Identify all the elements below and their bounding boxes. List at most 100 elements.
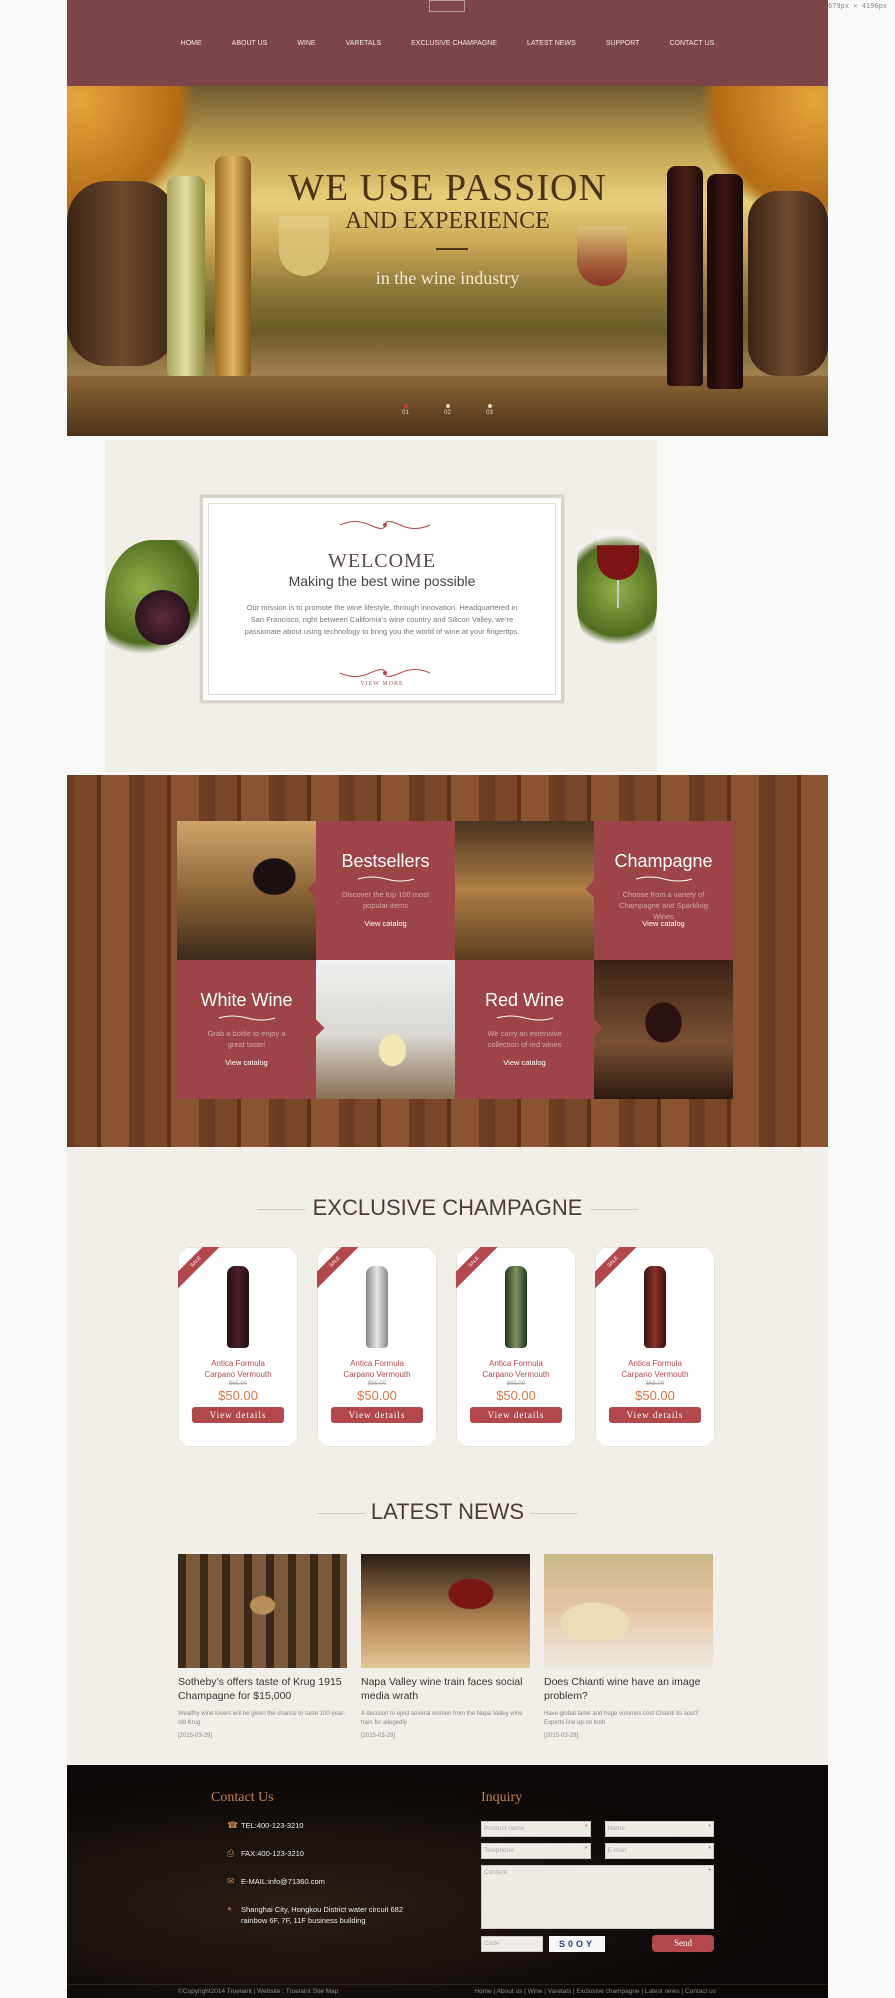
hero-title-line2: AND EXPERIENCE (345, 208, 550, 234)
email-input[interactable]: E-mail * (604, 1843, 714, 1859)
category-title: Champagne (614, 851, 713, 871)
news-item[interactable]: Does Chianti wine have an image problem?… (544, 1554, 713, 1739)
welcome-section: WELCOME Making the best wine possible Ou… (105, 440, 657, 772)
category-title: White Wine (200, 990, 293, 1010)
hero-banner: WE USE PASSION AND EXPERIENCE in the win… (67, 86, 828, 436)
welcome-subtitle: Making the best wine possible (288, 573, 476, 589)
swirl-icon (635, 876, 692, 882)
logo[interactable] (429, 0, 465, 12)
news-title[interactable]: Napa Valley wine train faces social medi… (361, 1675, 530, 1703)
category-white-wine[interactable]: White Wine Grab a bottle to enjoy a grea… (177, 960, 316, 1099)
inquiry-form: Product name * Name * Telephone * E-mail * C… (481, 1821, 714, 1952)
price: $50.00 (496, 1388, 536, 1403)
nav-wine[interactable]: WINE (282, 40, 330, 47)
news-item[interactable]: Napa Valley wine train faces social medi… (361, 1554, 530, 1739)
product-card[interactable]: SALE Antica Formula Carpano Vermouth $65… (456, 1247, 576, 1447)
red-wine-photo (594, 960, 733, 1099)
category-red-wine[interactable]: Red Wine We carry an extensive collectio… (455, 960, 594, 1099)
copyright-text: ©Copyright2014 Truelaint | Website : Tru… (178, 1988, 339, 1995)
sale-badge: SALE (587, 1236, 639, 1288)
news-image[interactable] (544, 1554, 713, 1668)
champagne-section: EXCLUSIVE CHAMPAGNE SALE Antica Formula … (67, 1147, 828, 1767)
price: $50.00 (357, 1388, 397, 1403)
news-list: Sotheby’s offers taste of Krug 1915 Cham… (178, 1554, 713, 1739)
footer-links[interactable]: Home | About us | Wine | Varetals | Excl… (474, 1985, 716, 1998)
nav-about-us[interactable]: ABOUT US (217, 40, 283, 47)
product-card[interactable]: SALE Antica Formula Carpano Vermouth $65… (317, 1247, 437, 1447)
mail-icon: ✉ (227, 1876, 235, 1886)
contact-fax: ⎙ FAX:400-123-3210 (227, 1848, 304, 1858)
hero-title: WE USE PASSION (288, 167, 607, 209)
nav-contact-us[interactable]: CONTACT US (654, 40, 729, 47)
price: $50.00 (635, 1388, 675, 1403)
contact-heading: Contact Us (211, 1790, 274, 1805)
contact-email: ✉ E-MAIL:info@71360.com (227, 1876, 325, 1886)
old-price: $65.00 (506, 1381, 526, 1387)
wine-glass-stem (617, 580, 619, 608)
view-catalog-link[interactable]: View catalog (503, 1058, 545, 1067)
news-image[interactable] (361, 1554, 530, 1668)
category-text: Grab a bottle to enjoy a great taste! (207, 1029, 286, 1049)
name-input[interactable]: Name * (604, 1821, 714, 1837)
view-details-button[interactable]: View details (331, 1407, 423, 1423)
product-name[interactable]: Antica Formula Carpano Vermouth (318, 1358, 436, 1380)
category-title: Red Wine (484, 990, 565, 1010)
welcome-frame: WELCOME Making the best wine possible Ou… (200, 495, 564, 703)
welcome-title: WELCOME (327, 550, 437, 572)
news-title[interactable]: Does Chianti wine have an image problem? (544, 1675, 713, 1703)
product-card[interactable]: SALE Antica Formula Carpano Vermouth $65… (178, 1247, 298, 1447)
nav-home[interactable]: HOME (166, 40, 217, 47)
price: $50.00 (218, 1388, 258, 1403)
product-list: SALE Antica Formula Carpano Vermouth $65… (178, 1247, 715, 1447)
news-date: [2015-03-29] (544, 1733, 579, 1739)
view-catalog-link[interactable]: View catalog (364, 919, 406, 928)
welcome-text: Our mission is to promote the wine lifes… (244, 603, 520, 636)
product-name[interactable]: Antica Formula Carpano Vermouth (596, 1358, 714, 1380)
nav-latest-news[interactable]: LATEST NEWS (512, 40, 591, 47)
news-date: [2015-03-29] (178, 1733, 213, 1739)
ornament-icon (339, 521, 431, 529)
old-price: $65.00 (228, 1381, 248, 1387)
content-textarea[interactable]: Content * (481, 1865, 714, 1929)
code-input[interactable]: Code (481, 1935, 543, 1952)
product-image (227, 1266, 249, 1348)
view-more-link[interactable]: VIEW MORE (203, 681, 561, 687)
product-image (505, 1266, 527, 1348)
champagne-photo (455, 821, 594, 960)
product-name-input[interactable]: Product name * (481, 1821, 591, 1837)
category-bestsellers[interactable]: Bestsellers Discover the top 100 most po… (316, 821, 455, 960)
product-card[interactable]: SALE Antica Formula Carpano Vermouth $65… (595, 1247, 715, 1447)
ornament-icon (339, 669, 431, 677)
captcha-image[interactable]: S0OY (549, 1935, 605, 1952)
product-name[interactable]: Antica Formula Carpano Vermouth (457, 1358, 575, 1380)
nav-varetals[interactable]: VARETALS (331, 40, 397, 47)
slide-dot-2[interactable]: 02 (442, 404, 454, 416)
view-details-button[interactable]: View details (609, 1407, 701, 1423)
hero-divider (436, 248, 468, 250)
contact-list: ☎ TEL:400-123-3210 ⎙ FAX:400-123-3210 ✉ … (227, 1820, 416, 1943)
send-button[interactable]: Send (652, 1935, 714, 1952)
inquiry-heading: Inquiry (481, 1790, 523, 1805)
view-details-button[interactable]: View details (470, 1407, 562, 1423)
location-icon: ⌖ (227, 1904, 233, 1914)
news-excerpt: Have global fame and huge volumes cost C… (544, 1711, 699, 1726)
product-name[interactable]: Antica Formula Carpano Vermouth (179, 1358, 297, 1380)
slide-dot-1[interactable]: 01 (400, 404, 412, 416)
sale-badge: SALE (170, 1236, 222, 1288)
view-catalog-link[interactable]: View catalog (642, 919, 684, 928)
bestsellers-photo (177, 821, 316, 960)
telephone-input[interactable]: Telephone * (481, 1843, 591, 1859)
slider-dots: 01 02 03 (67, 404, 828, 416)
slide-dot-3[interactable]: 03 (484, 404, 496, 416)
view-details-button[interactable]: View details (192, 1407, 284, 1423)
wine-glass-image (597, 530, 639, 580)
news-item[interactable]: Sotheby’s offers taste of Krug 1915 Cham… (178, 1554, 347, 1739)
category-grid: Bestsellers Discover the top 100 most po… (177, 821, 733, 1099)
old-price: $65.00 (645, 1381, 665, 1387)
news-title[interactable]: Sotheby’s offers taste of Krug 1915 Cham… (178, 1675, 347, 1703)
view-catalog-link[interactable]: View catalog (225, 1058, 267, 1067)
nav-exclusive-champagne[interactable]: EXCLUSIVE CHAMPAGNE (396, 40, 512, 47)
nav-support[interactable]: SUPPORT (591, 40, 655, 47)
category-champagne[interactable]: Champagne Choose from a variety of Champ… (594, 821, 733, 960)
news-image[interactable] (178, 1554, 347, 1668)
